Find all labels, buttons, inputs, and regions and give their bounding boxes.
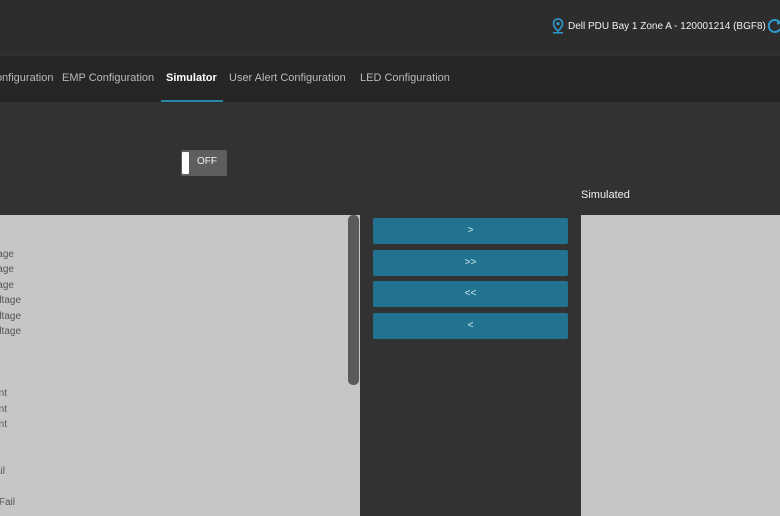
remove-button[interactable]: < <box>373 313 568 339</box>
list-item[interactable]: Current <box>0 388 7 399</box>
top-bar: Dell PDU Bay 1 Zone A - 120001214 (BGF8) <box>0 0 780 55</box>
list-item[interactable]: Voltage <box>0 249 14 260</box>
list-item[interactable]: Voltage <box>0 280 14 291</box>
tab-bar: Configuration EMP Configuration Simulato… <box>0 56 780 102</box>
location-pin-icon <box>552 18 564 34</box>
list-item[interactable]: Over Voltage <box>0 326 21 337</box>
available-list[interactable]: Voltage Voltage Voltage Over Voltage Ove… <box>0 215 360 516</box>
add-button[interactable]: > <box>373 218 568 244</box>
list-item[interactable]: Current <box>0 404 7 415</box>
tab-user-alert-configuration[interactable]: User Alert Configuration <box>229 56 346 102</box>
list-item[interactable]: Voltage <box>0 264 14 275</box>
device-label: Dell PDU Bay 1 Zone A - 120001214 (BGF8) <box>568 20 766 32</box>
list-item[interactable]: Over Voltage <box>0 295 21 306</box>
remove-all-button[interactable]: << <box>373 281 568 307</box>
list-item[interactable]: Over Voltage <box>0 311 21 322</box>
tab-simulator[interactable]: Simulator <box>161 56 223 102</box>
tab-configuration[interactable]: Configuration <box>0 56 53 102</box>
tab-emp-configuration[interactable]: EMP Configuration <box>62 56 154 102</box>
device-selector[interactable]: Dell PDU Bay 1 Zone A - 120001214 (BGF8) <box>552 17 766 35</box>
simulator-toggle[interactable]: OFF <box>181 150 227 176</box>
simulated-header: Simulated <box>581 189 630 201</box>
list-item[interactable]: Fail <box>0 466 5 477</box>
toggle-knob <box>182 152 189 174</box>
sync-icon[interactable] <box>767 17 780 35</box>
list-item[interactable]: Fail <box>0 497 15 508</box>
list-scrollbar[interactable] <box>348 215 359 385</box>
add-all-button[interactable]: >> <box>373 250 568 276</box>
toggle-label: OFF <box>197 156 217 167</box>
simulated-list[interactable] <box>581 215 780 516</box>
tab-led-configuration[interactable]: LED Configuration <box>360 56 450 102</box>
list-item[interactable]: Current <box>0 419 7 430</box>
